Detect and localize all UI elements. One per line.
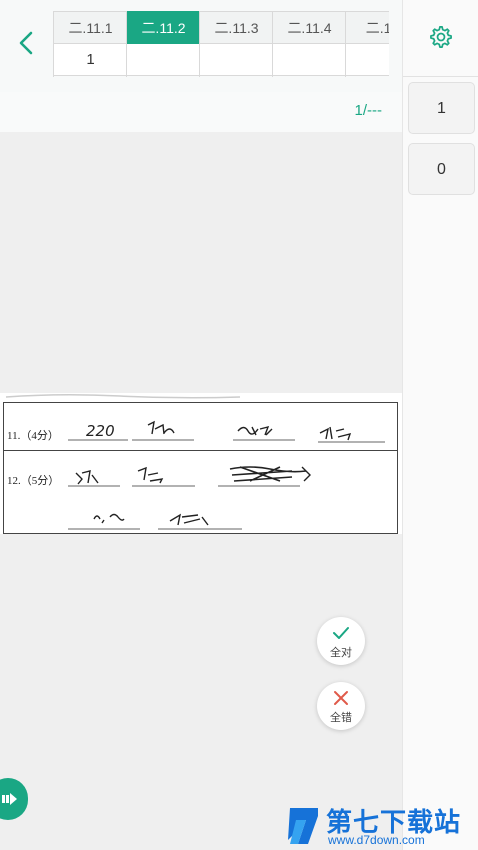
score-option-button[interactable]: 1 bbox=[408, 82, 475, 134]
question-tab-score bbox=[273, 44, 346, 76]
top-bar: 二.11.1 1 二.11.2 二.11.3 二.11.4 二.12 bbox=[0, 0, 402, 92]
expand-drawer-button[interactable] bbox=[0, 778, 28, 820]
question-tab-active[interactable]: 二.11.2 bbox=[126, 11, 200, 77]
answer-sheet-image: 11.（4分） 220 12.（5分） bbox=[0, 393, 402, 534]
question-tab-label: 二.11.2 bbox=[127, 11, 200, 49]
question-tab-score bbox=[127, 44, 200, 76]
question-tab[interactable]: 二.11.1 1 bbox=[53, 11, 127, 77]
question-tab[interactable]: 二.12 bbox=[345, 11, 389, 77]
all-correct-button[interactable]: 全对 bbox=[317, 617, 365, 665]
all-wrong-label: 全错 bbox=[330, 712, 352, 724]
question-tab[interactable]: 二.11.4 bbox=[272, 11, 346, 77]
question-tab-score: 1 bbox=[54, 44, 127, 76]
back-button[interactable] bbox=[12, 28, 42, 58]
score-panel: 1 0 bbox=[402, 0, 478, 850]
panel-divider bbox=[403, 76, 478, 77]
watermark-logo bbox=[288, 808, 318, 844]
question-tab-label: 二.11.3 bbox=[200, 11, 273, 44]
handwriting-scan: 11.（4分） 220 12.（5分） bbox=[3, 393, 398, 534]
chevron-left-icon bbox=[19, 31, 33, 55]
check-icon bbox=[333, 627, 349, 639]
question-tab-label: 二.11.1 bbox=[54, 11, 127, 44]
pager-strip: 1/--- bbox=[0, 92, 402, 132]
question-tab-label: 二.12 bbox=[346, 11, 389, 44]
question-tab-score bbox=[346, 44, 389, 76]
watermark: 第七下载站 www.d7down.com bbox=[282, 800, 478, 850]
q11-answer-1: 220 bbox=[86, 422, 115, 440]
settings-button[interactable] bbox=[428, 24, 454, 50]
gear-icon bbox=[430, 26, 452, 48]
score-option-button[interactable]: 0 bbox=[408, 143, 475, 195]
question-tab-score bbox=[200, 44, 273, 76]
question-tab[interactable]: 二.11.3 bbox=[199, 11, 273, 77]
cross-icon bbox=[334, 691, 348, 705]
double-arrow-right-icon bbox=[2, 793, 17, 805]
all-correct-label: 全对 bbox=[330, 647, 352, 659]
question-tab-label: 二.11.4 bbox=[273, 11, 346, 44]
page-indicator: 1/--- bbox=[354, 102, 383, 119]
q12-label: 12.（5分） bbox=[7, 474, 59, 487]
question-tabs: 二.11.1 1 二.11.2 二.11.3 二.11.4 二.12 bbox=[53, 11, 389, 77]
watermark-url: www.d7down.com bbox=[328, 833, 425, 847]
all-wrong-button[interactable]: 全错 bbox=[317, 682, 365, 730]
q11-label: 11.（4分） bbox=[7, 429, 59, 442]
